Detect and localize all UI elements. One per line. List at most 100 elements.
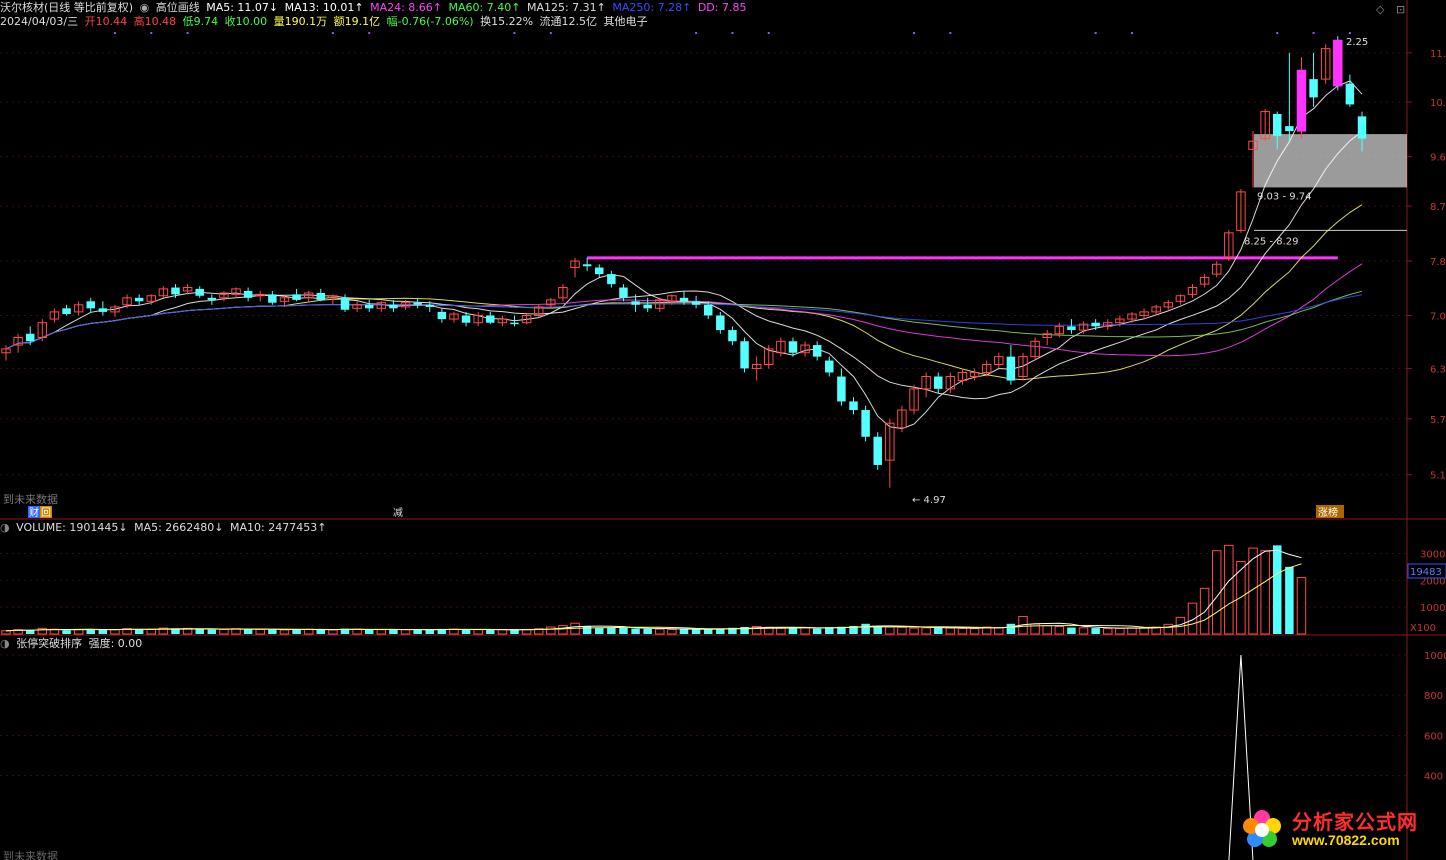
signal-dot bbox=[513, 32, 516, 34]
window-mode-icon[interactable]: ⊡ bbox=[1396, 3, 1405, 16]
candle-body-down bbox=[486, 315, 495, 323]
signal-dot bbox=[695, 32, 698, 34]
volume-bar-down bbox=[619, 627, 628, 634]
candle-body-down bbox=[364, 304, 374, 309]
volume-bar-down bbox=[207, 629, 217, 634]
candle-body-down bbox=[425, 304, 434, 307]
candle-body-down bbox=[595, 267, 604, 275]
volume-bar-down bbox=[243, 629, 253, 634]
candle-body-down bbox=[461, 315, 471, 323]
indicator-future-note: 到未来数据 bbox=[3, 849, 58, 860]
candle-body-down bbox=[1345, 83, 1355, 105]
volume-tick-label: 1000 bbox=[1420, 603, 1445, 614]
candle-body-down bbox=[268, 294, 277, 303]
volume-bar-up bbox=[1042, 625, 1052, 635]
volume-ma10-line bbox=[5, 563, 1302, 632]
price-tick-label: 9.6 bbox=[1430, 153, 1446, 164]
volume-bar-up bbox=[1163, 623, 1174, 635]
volume-tick-label: 3000 bbox=[1420, 549, 1445, 560]
volume-ma5: MA5: 2662480↓ bbox=[134, 521, 224, 534]
ma5-line bbox=[5, 80, 1363, 430]
price-axis: 11.810.79.68.77.87.06.35.75.130002000100… bbox=[1407, 49, 1446, 783]
volume-bar-down bbox=[607, 627, 616, 634]
volume-ma5-line bbox=[5, 549, 1302, 632]
dd-readout: DD: 7.85 bbox=[697, 1, 747, 14]
watermark-logo: 分析家公式网 www.70822.com bbox=[1240, 802, 1440, 856]
volume-panel bbox=[1, 544, 1307, 635]
volume-bar-down bbox=[812, 628, 822, 634]
signal-dot bbox=[368, 32, 371, 34]
volume-bar-up bbox=[1115, 627, 1125, 635]
ma125-readout: MA125: 7.31↑ bbox=[526, 1, 606, 14]
volume-bar-down bbox=[1067, 627, 1076, 634]
candle-body-down bbox=[1091, 322, 1100, 327]
indicator-name[interactable]: 高位画线 bbox=[156, 1, 200, 14]
candle-body-down bbox=[788, 341, 798, 353]
zone-upper-label: 9.03 - 9.74 bbox=[1257, 191, 1312, 202]
grid-lines bbox=[0, 0, 1446, 860]
volume-bar-up bbox=[800, 627, 810, 635]
ma60-readout: MA60: 7.40↑ bbox=[448, 1, 521, 14]
quote-change: 幅-0.76(-7.06%) bbox=[386, 15, 474, 28]
quote-close: 收10.00 bbox=[224, 15, 268, 28]
volume-bar-up bbox=[219, 628, 229, 635]
volume-unit: X100 bbox=[1410, 623, 1436, 634]
volume-bar-up bbox=[909, 627, 919, 635]
volume-bar-up bbox=[1224, 544, 1234, 635]
badge-hui: 回 bbox=[41, 507, 51, 519]
volume-bar-up bbox=[885, 626, 895, 635]
volume-bar-down bbox=[316, 629, 326, 634]
volume-bar-up bbox=[497, 629, 508, 635]
candle-body-down bbox=[1273, 113, 1282, 137]
signal-dot bbox=[549, 32, 552, 34]
volume-bar-down bbox=[1273, 545, 1282, 634]
quote-low: 低9.74 bbox=[182, 15, 219, 28]
candle-body-down bbox=[873, 436, 882, 465]
volume-bar-down bbox=[389, 629, 398, 634]
stock-title[interactable]: 沃尔核材(日线 等比前复权) bbox=[0, 1, 133, 14]
signal-dot bbox=[913, 32, 916, 34]
ma13-line bbox=[5, 131, 1363, 400]
limit-up-candle bbox=[1333, 39, 1343, 87]
volume-bar-down bbox=[98, 629, 108, 634]
volume-bar-down bbox=[510, 629, 519, 634]
candle-body-down bbox=[607, 274, 616, 285]
quote-sector[interactable]: 其他电子 bbox=[604, 15, 648, 28]
candle-body-down bbox=[340, 297, 350, 310]
signal-dot bbox=[186, 32, 189, 34]
volume-bar-up bbox=[1296, 577, 1307, 635]
price-tick-label: 10.7 bbox=[1430, 98, 1446, 109]
volume-bar-down bbox=[486, 629, 495, 634]
candle-body-down bbox=[837, 376, 846, 402]
signal-dot bbox=[113, 32, 116, 34]
candle-body-down bbox=[728, 330, 737, 342]
indicator-toggle-icon-2[interactable]: ◑ bbox=[0, 637, 10, 650]
volume-toggle-icon[interactable]: ◑ bbox=[0, 521, 10, 534]
candle-body-down bbox=[316, 292, 326, 300]
candle-body-down bbox=[1309, 79, 1318, 98]
diamond-icon[interactable]: ◇ bbox=[1376, 3, 1384, 16]
volume-bar-up bbox=[776, 627, 786, 635]
volume-bar-down bbox=[934, 627, 943, 634]
candle-body-down bbox=[740, 341, 749, 369]
signal-dot bbox=[1348, 32, 1351, 34]
volume-bar-down bbox=[425, 629, 434, 634]
candle-body-down bbox=[825, 360, 834, 373]
price-tick-label: 11.8 bbox=[1430, 49, 1446, 60]
candle-body-down bbox=[413, 302, 422, 305]
price-tick-label: 7.0 bbox=[1430, 311, 1446, 322]
signal-dot bbox=[1130, 32, 1133, 34]
quote-float: 流通12.5亿 bbox=[539, 15, 598, 28]
volume-bar-down bbox=[134, 629, 144, 634]
signal-dot bbox=[1094, 32, 1097, 34]
candle-body-down bbox=[1285, 126, 1294, 132]
candle-body-down bbox=[98, 308, 108, 312]
volume-ma10: MA10: 2477453↑ bbox=[230, 521, 327, 534]
candle-body-down bbox=[243, 290, 253, 298]
volume-bar-up bbox=[969, 628, 980, 635]
header-row-2: 2024/04/03/三 开10.44 高10.48 低9.74 收10.00 … bbox=[0, 15, 651, 29]
low-value-label: ← 4.97 bbox=[912, 495, 946, 506]
price-panel: 9.03 - 9.748.25 - 8.292.25← 4.97到未来数据财回减… bbox=[1, 32, 1407, 519]
volume-bar-down bbox=[643, 628, 652, 634]
indicator-toggle-icon[interactable]: ◉ bbox=[140, 1, 150, 14]
